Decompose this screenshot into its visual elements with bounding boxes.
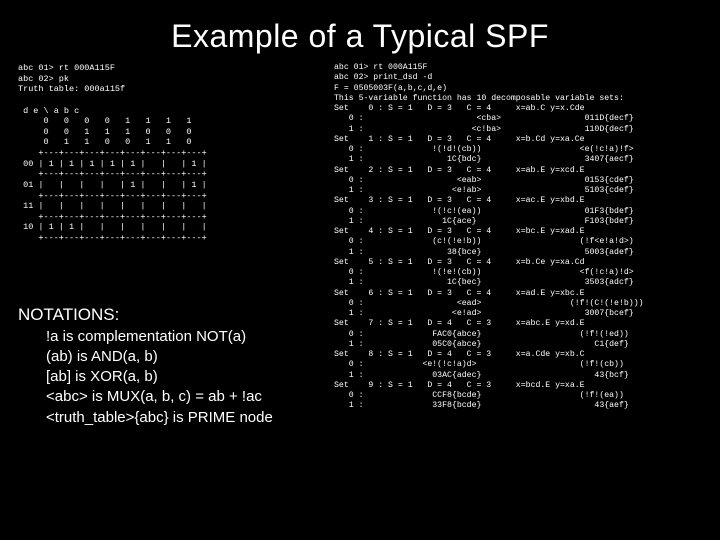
notation-line: <abc> is MUX(a, b, c) = ab + !ac [18, 387, 328, 407]
notation-line: <truth_table>{abc} is PRIME node [18, 408, 328, 428]
slide-title: Example of a Typical SPF [0, 0, 720, 63]
content-area: abc 01> rt 000A115F abc 02> pk Truth tab… [0, 63, 720, 428]
right-column: abc 01> rt 000A115F abc 02> print_dsd -d… [328, 63, 702, 428]
notation-line: (ab) is AND(a, b) [18, 347, 328, 367]
notations-block: NOTATIONS: !a is complementation NOT(a) … [18, 304, 328, 428]
notations-header: NOTATIONS: [18, 304, 328, 327]
notation-line: !a is complementation NOT(a) [18, 327, 328, 347]
left-column: abc 01> rt 000A115F abc 02> pk Truth tab… [18, 63, 328, 428]
truth-table-block: abc 01> rt 000A115F abc 02> pk Truth tab… [18, 63, 328, 244]
notation-line: [ab] is XOR(a, b) [18, 367, 328, 387]
dsd-output-block: abc 01> rt 000A115F abc 02> print_dsd -d… [334, 63, 702, 412]
